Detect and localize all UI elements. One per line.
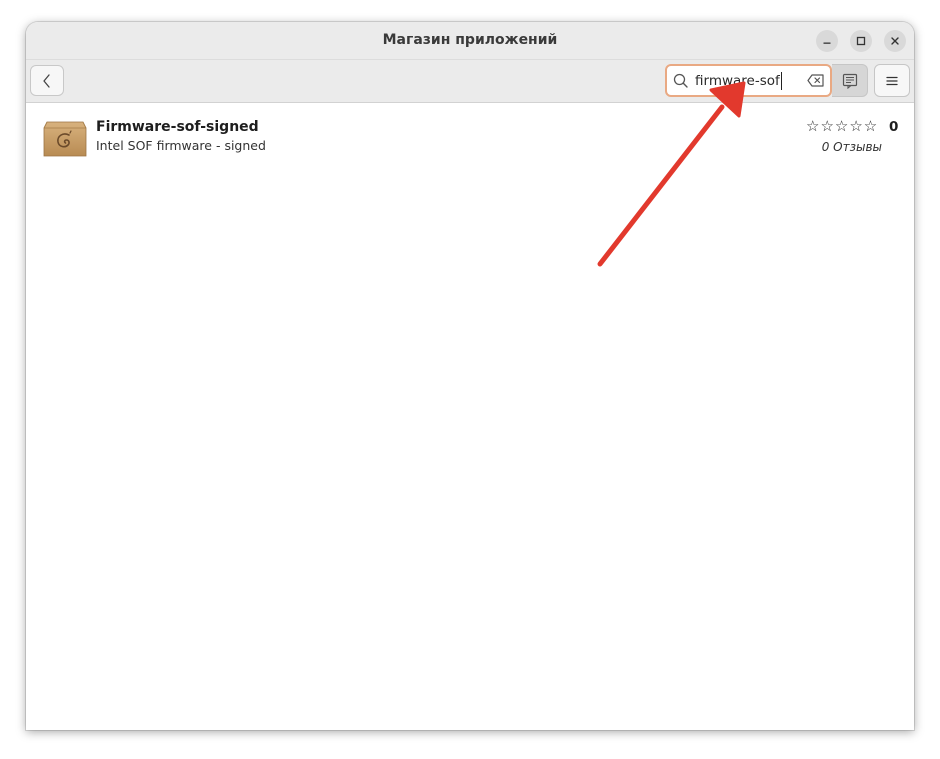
search-input[interactable] [695,71,805,91]
text-caret [781,72,782,90]
back-button[interactable] [30,65,64,96]
search-icon [673,73,688,88]
rating-count: 0 [889,119,899,135]
search-results: Firmware-sof-signed Intel SOF firmware -… [26,103,914,730]
debian-package-icon [43,121,87,157]
app-window: Магазин приложений firmware-sof Firmware… [26,22,914,730]
list-view-icon [842,73,857,89]
chevron-left-icon [43,73,50,88]
close-icon [891,37,899,45]
review-count: 0 Отзывы [821,140,882,154]
app-name: Firmware-sof-signed [96,119,259,135]
app-summary: Intel SOF firmware - signed [96,138,266,153]
close-button[interactable] [884,30,906,52]
search-field[interactable] [665,64,832,97]
hamburger-menu-icon [886,76,898,85]
title-bar[interactable]: Магазин приложений [26,22,914,60]
main-menu-button[interactable] [874,64,910,97]
maximize-icon [856,36,866,46]
minimize-button[interactable] [816,30,838,52]
rating-stars: ☆☆☆☆☆ [806,117,879,135]
window-title: Магазин приложений [382,32,558,48]
header-bar [26,60,914,103]
view-mode-button[interactable] [832,64,868,97]
minimize-icon [823,42,831,44]
clear-search-icon[interactable] [807,74,825,87]
maximize-button[interactable] [850,30,872,52]
result-item[interactable]: Firmware-sof-signed Intel SOF firmware -… [26,103,914,173]
